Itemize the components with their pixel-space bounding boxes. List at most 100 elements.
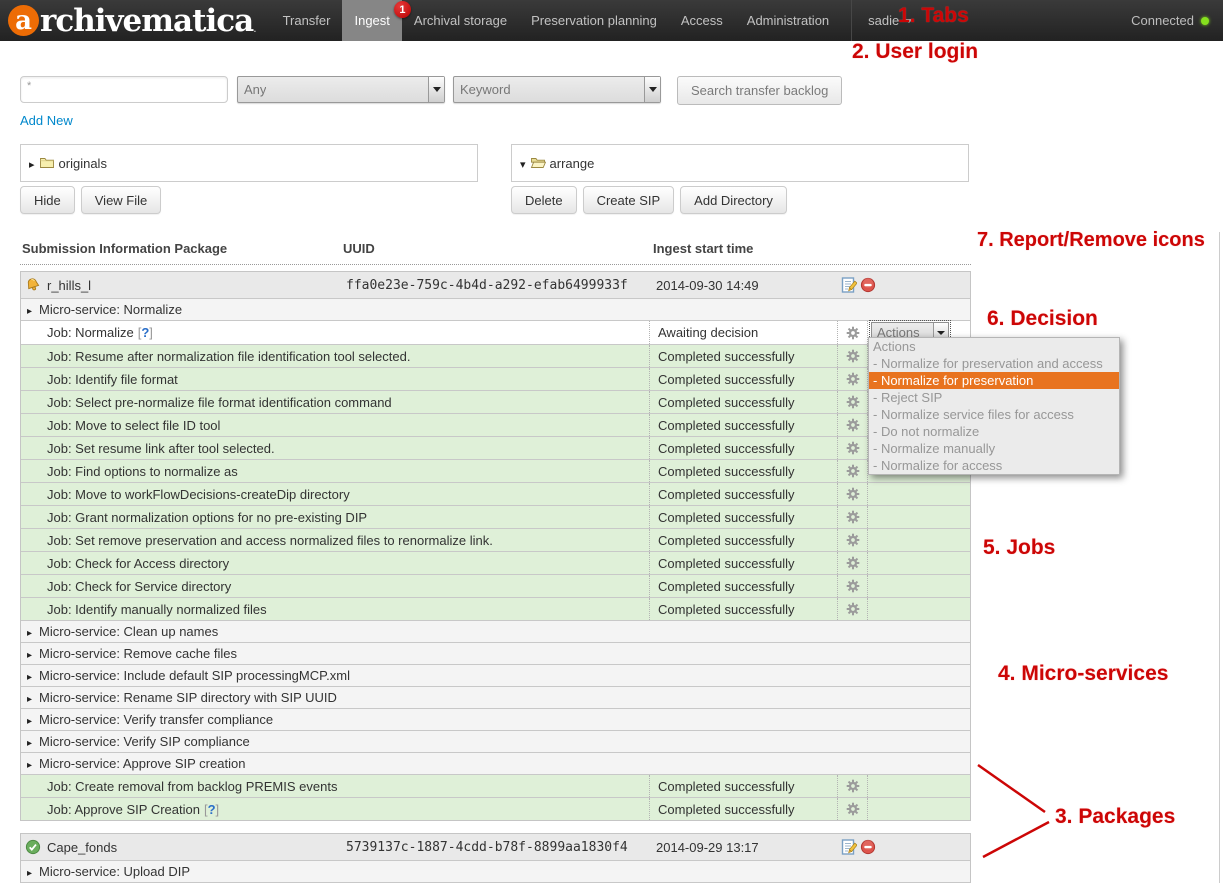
- annotation-packages: 3. Packages: [1055, 805, 1175, 829]
- job-label: Job: Check for Service directory: [21, 575, 649, 597]
- menu-option-selected[interactable]: - Normalize for preservation: [869, 372, 1119, 389]
- gear-icon[interactable]: [846, 802, 860, 816]
- menu-option[interactable]: - Normalize for preservation and access: [869, 355, 1119, 372]
- hide-button[interactable]: Hide: [20, 186, 75, 214]
- menu-option[interactable]: - Normalize for access: [869, 457, 1119, 474]
- arrange-panel: arrange: [511, 144, 969, 182]
- remove-icon[interactable]: [860, 839, 876, 855]
- microservice-row-normalize[interactable]: Micro-service: Normalize: [21, 298, 970, 320]
- microservice-row[interactable]: Micro-service: Clean up names: [21, 620, 970, 642]
- tab-preservation-planning[interactable]: Preservation planning: [519, 0, 669, 41]
- gear-icon[interactable]: [846, 533, 860, 547]
- microservice-row[interactable]: Micro-service: Remove cache files: [21, 642, 970, 664]
- report-icon[interactable]: [841, 839, 857, 855]
- job-row[interactable]: Job: Set remove preservation and access …: [21, 528, 970, 551]
- help-question-icon[interactable]: ?: [208, 802, 216, 817]
- job-row[interactable]: Job: Create removal from backlog PREMIS …: [21, 774, 970, 797]
- select-arrow-icon[interactable]: [428, 77, 444, 102]
- job-row[interactable]: Job: Identify manually normalized files …: [21, 597, 970, 620]
- package-header-row[interactable]: Cape_fonds 5739137c-1887-4cdd-b78f-8899a…: [21, 834, 970, 860]
- microservice-row[interactable]: Micro-service: Approve SIP creation: [21, 752, 970, 774]
- add-new-link[interactable]: Add New: [20, 113, 73, 128]
- job-row[interactable]: Job: Find options to normalize as Comple…: [21, 459, 970, 482]
- gear-icon[interactable]: [846, 464, 860, 478]
- menu-option[interactable]: - Normalize manually: [869, 440, 1119, 457]
- job-row[interactable]: Job: Select pre-normalize file format id…: [21, 390, 970, 413]
- microservice-row[interactable]: Micro-service: Upload DIP: [21, 860, 970, 882]
- gear-icon[interactable]: [846, 510, 860, 524]
- search-type-select[interactable]: Keyword: [453, 76, 661, 103]
- package-r-hills-l: r_hills_l ffa0e23e-759c-4b4d-a292-efab64…: [20, 271, 971, 821]
- microservice-row[interactable]: Micro-service: Verify transfer complianc…: [21, 708, 970, 730]
- menu-option[interactable]: - Reject SIP: [869, 389, 1119, 406]
- archivematica-logo[interactable]: a rchivematica .: [0, 0, 271, 41]
- gear-icon[interactable]: [846, 395, 860, 409]
- expand-caret-icon[interactable]: [27, 646, 39, 661]
- job-row[interactable]: Job: Check for Access directory Complete…: [21, 551, 970, 574]
- expand-caret-icon[interactable]: [27, 756, 39, 771]
- expand-caret-icon[interactable]: [27, 668, 39, 683]
- help-question-icon[interactable]: ?: [141, 325, 149, 340]
- expand-caret-icon[interactable]: [27, 302, 39, 317]
- job-row[interactable]: Job: Resume after normalization file ide…: [21, 344, 970, 367]
- table-header: Submission Information Package UUID Inge…: [20, 239, 971, 265]
- menu-option[interactable]: - Normalize service files for access: [869, 406, 1119, 423]
- search-query-input[interactable]: *: [20, 76, 228, 103]
- gear-icon[interactable]: [846, 349, 860, 363]
- select-arrow-icon[interactable]: [644, 77, 660, 102]
- tab-transfer[interactable]: Transfer: [271, 0, 343, 41]
- job-row[interactable]: Job: Approve SIP Creation ? Completed su…: [21, 797, 970, 820]
- job-row[interactable]: Job: Grant normalization options for no …: [21, 505, 970, 528]
- gear-icon[interactable]: [846, 372, 860, 386]
- gear-icon[interactable]: [846, 779, 860, 793]
- job-label: Job: Set resume link after tool selected…: [21, 437, 649, 459]
- menu-option[interactable]: - Do not normalize: [869, 423, 1119, 440]
- tree-caret-closed-icon[interactable]: [29, 156, 35, 171]
- gear-icon[interactable]: [846, 487, 860, 501]
- expand-caret-icon[interactable]: [27, 624, 39, 639]
- gear-icon[interactable]: [846, 326, 860, 340]
- gear-icon[interactable]: [846, 418, 860, 432]
- gear-icon[interactable]: [846, 602, 860, 616]
- microservice-row[interactable]: Micro-service: Verify SIP compliance: [21, 730, 970, 752]
- gear-icon[interactable]: [846, 556, 860, 570]
- expand-caret-icon[interactable]: [27, 734, 39, 749]
- job-row-normalize-decision[interactable]: Job: Normalize ? Awaiting decision Actio…: [21, 320, 970, 344]
- tab-archival-storage[interactable]: Archival storage: [402, 0, 519, 41]
- job-row[interactable]: Job: Set resume link after tool selected…: [21, 436, 970, 459]
- job-row[interactable]: Job: Move to select file ID tool Complet…: [21, 413, 970, 436]
- expand-caret-icon[interactable]: [27, 864, 39, 879]
- view-file-button[interactable]: View File: [81, 186, 162, 214]
- tab-ingest[interactable]: Ingest 1: [342, 0, 401, 41]
- arrange-tree-root[interactable]: arrange: [520, 155, 968, 171]
- gear-icon[interactable]: [846, 579, 860, 593]
- annotation-report-remove-icons: 7. Report/Remove icons: [977, 229, 1205, 252]
- originals-tree-root[interactable]: originals: [29, 155, 477, 171]
- check-icon: [25, 839, 41, 855]
- annotation-packages-lines: [970, 758, 1070, 863]
- gear-icon[interactable]: [846, 441, 860, 455]
- tab-access[interactable]: Access: [669, 0, 735, 41]
- search-transfer-backlog-button[interactable]: Search transfer backlog: [677, 76, 842, 105]
- microservice-row[interactable]: Micro-service: Include default SIP proce…: [21, 664, 970, 686]
- menu-option[interactable]: Actions: [869, 338, 1119, 355]
- microservice-row[interactable]: Micro-service: Rename SIP directory with…: [21, 686, 970, 708]
- job-row[interactable]: Job: Check for Service directory Complet…: [21, 574, 970, 597]
- job-status: Completed successfully: [649, 506, 837, 528]
- expand-caret-icon[interactable]: [27, 712, 39, 727]
- expand-caret-icon[interactable]: [27, 690, 39, 705]
- delete-button[interactable]: Delete: [511, 186, 577, 214]
- job-row[interactable]: Job: Identify file format Completed succ…: [21, 367, 970, 390]
- tree-caret-open-icon[interactable]: [520, 156, 526, 171]
- microservice-label: Micro-service: Remove cache files: [39, 646, 237, 661]
- remove-icon[interactable]: [860, 277, 876, 293]
- search-field-select[interactable]: Any: [237, 76, 445, 103]
- package-uuid: ffa0e23e-759c-4b4d-a292-efab6499933f: [346, 278, 656, 293]
- job-row[interactable]: Job: Move to workFlowDecisions-createDip…: [21, 482, 970, 505]
- create-sip-button[interactable]: Create SIP: [583, 186, 675, 214]
- package-header-row[interactable]: r_hills_l ffa0e23e-759c-4b4d-a292-efab64…: [21, 272, 970, 298]
- tab-administration[interactable]: Administration: [735, 0, 841, 41]
- add-directory-button[interactable]: Add Directory: [680, 186, 787, 214]
- logo-a-icon: a: [8, 5, 39, 36]
- report-icon[interactable]: [841, 277, 857, 293]
